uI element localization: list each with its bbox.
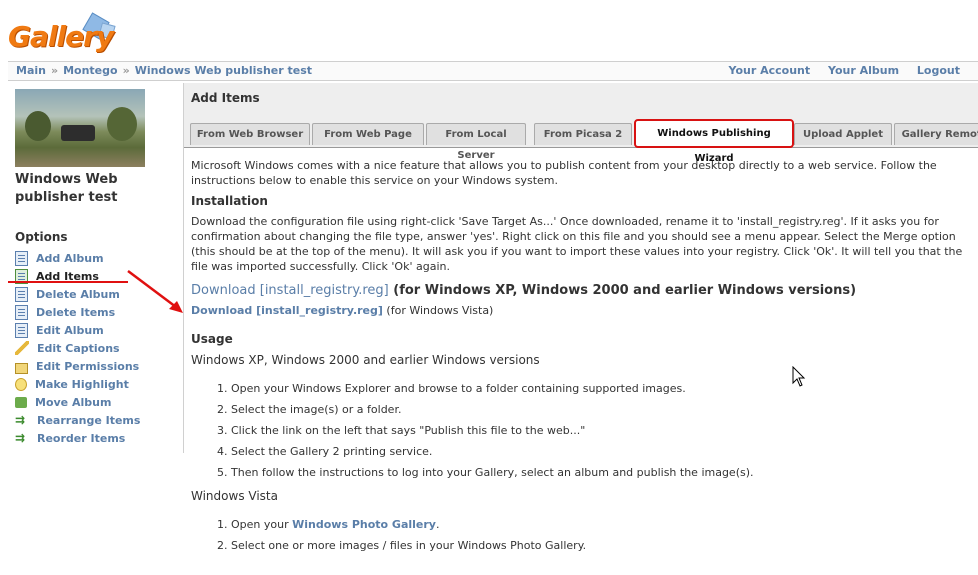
option-delete-items[interactable]: Delete Items xyxy=(15,303,140,321)
step-text: . xyxy=(435,518,440,531)
xp-steps: Open your Windows Explorer and browse to… xyxy=(191,378,978,483)
download-vista-line: Download [install_registry.reg] (for Win… xyxy=(191,303,978,318)
bulb-icon xyxy=(15,377,27,391)
list-item: Open your Windows Explorer and browse to… xyxy=(231,378,978,399)
thumbnail-tree xyxy=(107,107,137,141)
annotation-underline xyxy=(8,281,128,283)
installation-heading: Installation xyxy=(191,194,268,208)
your-album-link[interactable]: Your Album xyxy=(828,64,899,77)
list-item: Select the Gallery 2 printing service. xyxy=(231,441,978,462)
vista-heading: Windows Vista xyxy=(191,489,278,503)
add-album-icon xyxy=(15,250,28,266)
options-heading: Options xyxy=(15,230,68,244)
reorder-icon: ⇉ xyxy=(15,431,26,445)
breadcrumb-montego[interactable]: Montego xyxy=(63,64,117,77)
option-label[interactable]: Delete Album xyxy=(36,288,120,301)
tab-from-web-page[interactable]: From Web Page xyxy=(312,123,424,145)
usage-heading: Usage xyxy=(191,332,233,346)
option-add-album[interactable]: Add Album xyxy=(15,249,140,267)
step-text: Open your xyxy=(231,518,293,531)
delete-items-icon xyxy=(15,304,28,320)
album-title: Windows Web publisher test xyxy=(15,172,118,205)
option-move-album[interactable]: Move Album xyxy=(15,393,140,411)
intro-text: Microsoft Windows comes with a nice feat… xyxy=(191,159,937,187)
breadcrumb: Main » Montego » Windows Web publisher test xyxy=(16,64,312,77)
main-header: Add Items xyxy=(184,83,978,114)
breadcrumb-separator: » xyxy=(50,64,59,77)
rearrange-icon: ⇉ xyxy=(15,413,26,427)
logo-text: Gallery xyxy=(8,20,114,53)
option-label[interactable]: Edit Album xyxy=(36,324,104,337)
list-item: Click the link on the left that says "Pu… xyxy=(231,420,978,441)
user-nav: Your Account Your Album Logout xyxy=(715,64,960,77)
edit-album-icon xyxy=(15,322,28,338)
vista-steps: Open your Windows Photo Gallery. Select … xyxy=(191,514,978,556)
move-icon xyxy=(15,396,27,408)
tab-from-local-server[interactable]: From Local Server xyxy=(426,123,526,161)
list-item: Open your Windows Photo Gallery. xyxy=(231,514,978,535)
tab-bar: From Web Browser From Web Page From Loca… xyxy=(184,113,978,164)
thumbnail-truck xyxy=(61,125,95,141)
breadcrumb-separator: » xyxy=(122,64,130,77)
annotation-arrow-icon xyxy=(127,270,183,313)
breadcrumb-album[interactable]: Windows Web publisher test xyxy=(135,64,312,77)
option-label[interactable]: Edit Permissions xyxy=(36,360,139,373)
list-item: Select one or more images / files in you… xyxy=(231,535,978,556)
option-label[interactable]: Delete Items xyxy=(36,306,115,319)
option-make-highlight[interactable]: Make Highlight xyxy=(15,375,140,393)
tab-from-picasa[interactable]: From Picasa 2 xyxy=(534,123,632,145)
xp-heading: Windows XP, Windows 2000 and earlier Win… xyxy=(191,353,540,367)
your-account-link[interactable]: Your Account xyxy=(729,64,811,77)
download-vista-suffix: (for Windows Vista) xyxy=(382,304,494,317)
option-reorder-items[interactable]: ⇉ Reorder Items xyxy=(15,429,140,447)
lock-icon xyxy=(15,362,28,374)
download-xp-line: Download [install_registry.reg] (for Win… xyxy=(191,283,978,298)
gallery-logo[interactable]: Gallery xyxy=(8,10,118,58)
navigation-bar: Main» Montego» Windows Web publisher test … xyxy=(8,61,978,81)
mouse-cursor-icon xyxy=(792,366,806,387)
installation-text: Download the configuration file using ri… xyxy=(191,215,963,273)
windows-photo-gallery-link[interactable]: Windows Photo Gallery xyxy=(292,518,436,531)
tab-windows-publishing-wizard[interactable]: Windows Publishing Wizard xyxy=(634,119,794,164)
option-edit-permissions[interactable]: Edit Permissions xyxy=(15,357,140,375)
page-title: Add Items xyxy=(191,91,260,105)
option-edit-captions[interactable]: Edit Captions xyxy=(15,339,140,357)
logout-link[interactable]: Logout xyxy=(917,64,960,77)
thumbnail-tree xyxy=(25,111,51,141)
main-panel: Add Items From Web Browser From Web Page… xyxy=(184,83,978,575)
tab-gallery-remote[interactable]: Gallery Remote xyxy=(894,123,978,145)
option-rearrange-items[interactable]: ⇉ Rearrange Items xyxy=(15,411,140,429)
option-label[interactable]: Move Album xyxy=(35,396,111,409)
download-xp-link[interactable]: Download [install_registry.reg] xyxy=(191,283,389,298)
list-item: Select the image(s) or a folder. xyxy=(231,399,978,420)
option-label[interactable]: Rearrange Items xyxy=(37,414,140,427)
download-vista-link[interactable]: Download [install_registry.reg] xyxy=(191,304,383,317)
album-thumbnail[interactable] xyxy=(15,89,145,167)
download-xp-suffix: (for Windows XP, Windows 2000 and earlie… xyxy=(388,283,857,298)
option-label[interactable]: Add Album xyxy=(36,252,104,265)
delete-album-icon xyxy=(15,286,28,302)
tab-content: Microsoft Windows comes with a nice feat… xyxy=(191,158,978,556)
option-label[interactable]: Reorder Items xyxy=(37,432,125,445)
option-label[interactable]: Make Highlight xyxy=(35,378,129,391)
tab-from-web-browser[interactable]: From Web Browser xyxy=(190,123,310,145)
breadcrumb-main[interactable]: Main xyxy=(16,64,46,77)
tab-upload-applet[interactable]: Upload Applet xyxy=(794,123,892,145)
option-delete-album[interactable]: Delete Album xyxy=(15,285,140,303)
pencil-icon xyxy=(15,341,29,355)
option-edit-album[interactable]: Edit Album xyxy=(15,321,140,339)
options-list: Add Album Add Items Delete Album Delete … xyxy=(15,249,140,447)
option-label[interactable]: Edit Captions xyxy=(37,342,120,355)
list-item: Then follow the instructions to log into… xyxy=(231,462,978,483)
